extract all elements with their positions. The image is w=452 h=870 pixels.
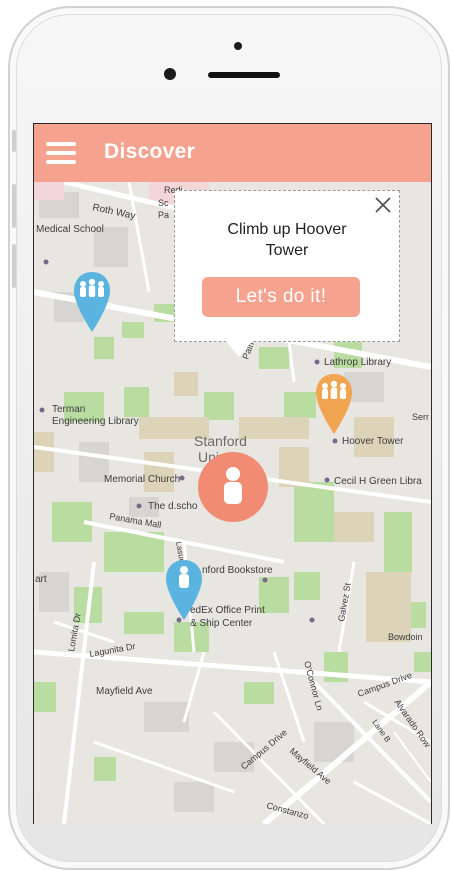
map-label-engineering-library: Engineering Library [52,416,139,427]
earpiece-speaker [208,72,280,78]
front-camera [164,68,176,80]
close-icon[interactable] [373,195,393,215]
map-label-art: art [35,574,47,585]
popup-message: Climb up Hoover Tower [175,219,399,261]
map-label-d-school: The d.scho [148,501,198,512]
map-label-pa: Pa [158,210,169,220]
group-people-pin-icon[interactable] [72,270,112,334]
hamburger-menu-icon[interactable] [46,142,76,164]
app-header: Discover [34,124,431,182]
popup-pointer [224,339,254,357]
person-pin-icon[interactable] [164,558,204,622]
map-label-medical-school: Medical School [36,224,104,235]
map-label-bookstore: nford Bookstore [202,565,273,576]
person-icon [224,467,242,504]
map-label-bowdoin: Bowdoin [388,632,423,642]
map-label-mayfield-ave: Mayfield Ave [96,686,153,697]
volume-down-button [12,244,16,288]
map-label-lathrop-library: Lathrop Library [324,357,391,368]
map-label-cecil-green: Cecil H Green Libra [334,476,422,487]
map-label-terman: Terman [52,404,85,415]
current-user-marker[interactable] [198,452,268,522]
group-people-pin-icon-hoover[interactable] [314,372,354,436]
map-label-hoover-tower: Hoover Tower [342,436,404,447]
popup-message-line1: Climb up Hoover [227,221,347,238]
map-label-stanford: Stanford [194,433,247,449]
map-label-sc: Sc [158,198,169,208]
activity-popup: Climb up Hoover Tower Let's do it! [174,190,400,342]
volume-up-button [12,184,16,228]
map-label-memorial-church: Memorial Church [104,474,180,485]
mute-switch [12,130,16,152]
page-title: Discover [104,140,196,163]
map-label-serra: Serr [412,412,429,422]
popup-message-line2: Tower [265,242,309,259]
lets-do-it-button[interactable]: Let's do it! [202,277,360,317]
proximity-sensor [234,42,242,50]
app-screen: Discover Roth Way Medical School Sc Pa P… [33,123,432,824]
